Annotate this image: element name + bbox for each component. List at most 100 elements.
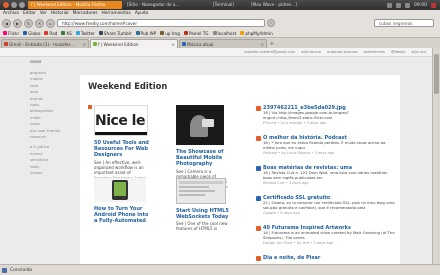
- menu-historial[interactable]: Historial: [51, 11, 69, 16]
- article-thumbnail[interactable]: Nice le: [94, 105, 148, 136]
- forward-button[interactable]: ▶: [13, 18, 22, 28]
- list-item-meta: Design You Trust • by Hrd • 3 days ago: [263, 240, 334, 245]
- home-button[interactable]: ⌂: [46, 18, 55, 28]
- article-card[interactable]: How to Turn Your Android Phone into a Fu…: [94, 178, 150, 225]
- list-item[interactable]: Dia e noite, de Pixar: [256, 255, 396, 261]
- url-bar[interactable]: http://www.feedly.com/home#cover: [57, 19, 265, 27]
- list-item-meta: Google • 3 days ago: [263, 210, 300, 215]
- bookmark-localhost[interactable]: localhost: [212, 31, 236, 36]
- minimize-window-icon[interactable]: [11, 2, 17, 8]
- article-title[interactable]: The Showcase of Beautiful Mobile Photogr…: [176, 149, 232, 168]
- unread-marker-icon: [88, 105, 92, 109]
- account-email[interactable]: mozefer.vchiero@gmail.com: [244, 50, 295, 54]
- task-firefox[interactable]: f | Weekend Edition - Mozilla Firefox: [28, 1, 122, 9]
- feedly-main-panel: Weekend Edition Nice le 50 Useful Tools …: [80, 75, 400, 264]
- back-button[interactable]: ◀: [2, 18, 11, 28]
- article-snippet: See | An effective, well-organized workf…: [94, 159, 144, 175]
- tab-gmail[interactable]: Gmail - Entrada (1) - mozefer... ✕: [1, 39, 89, 48]
- new-tab-button[interactable]: +: [268, 40, 276, 48]
- close-tab-icon[interactable]: ✕: [172, 42, 175, 47]
- network-icon[interactable]: [387, 2, 393, 8]
- menu-marcadores[interactable]: Marcadores: [73, 11, 98, 16]
- bookmark-share-tumblr[interactable]: Share Tumblr: [98, 31, 132, 36]
- maximize-window-icon[interactable]: [19, 2, 25, 8]
- scrollbar-thumb[interactable]: [434, 54, 439, 94]
- sidebar-item-videos[interactable]: videos: [30, 170, 78, 176]
- article-thumbnail[interactable]: [94, 178, 146, 202]
- menu-ayuda[interactable]: Ayuda: [135, 11, 148, 16]
- source-icon: [256, 226, 261, 231]
- feedly-account-bar: mozefer.vchiero@gmail.com add source org…: [0, 48, 432, 57]
- list-item-snippet: 16 | Via http://images.google.com.br/img…: [263, 110, 349, 120]
- bookmark-painel-tg[interactable]: Painel TG: [183, 31, 209, 36]
- power-icon[interactable]: [431, 2, 436, 8]
- article-title[interactable]: Start Using HTML5 WebSockets Today: [176, 208, 232, 220]
- list-item-snippet: 16 | * Juro que eu estou ficando perdido…: [263, 140, 386, 150]
- vertical-scrollbar[interactable]: [432, 48, 440, 264]
- add-source-link[interactable]: add source: [301, 50, 321, 54]
- ks-icon: [61, 31, 66, 35]
- page-viewport: mozefer.vchiero@gmail.com add source org…: [0, 48, 432, 264]
- list-item-title[interactable]: Dia e noite, de Pixar: [263, 255, 320, 261]
- list-item[interactable]: Certificado SSL gratuito 22 | Galera, eu…: [256, 195, 396, 215]
- reload-button[interactable]: ↻: [24, 18, 33, 28]
- article-title[interactable]: How to Turn Your Android Phone into a Fu…: [94, 206, 150, 225]
- preferences-link[interactable]: preferences: [364, 50, 385, 54]
- article-title[interactable]: 50 Useful Tools and Resources For Web De…: [94, 140, 150, 159]
- menu-archivo[interactable]: Archivo: [3, 11, 19, 16]
- menu-herramientas[interactable]: Herramientas: [102, 11, 131, 16]
- list-item[interactable]: Boas matérias de revistas: uma 16 | Revi…: [256, 165, 396, 185]
- sidebar-cover[interactable]: cover: [30, 59, 78, 64]
- bookmarks-toolbar: Flickr Globo Rad KS Twitter Share Tumblr…: [0, 29, 440, 38]
- task-moo-wave[interactable]: [Moo Wave - pidres...]: [248, 1, 314, 9]
- feedly-twitter-link[interactable]: @feedly: [391, 50, 406, 54]
- wordpress-icon: [135, 31, 140, 35]
- bookmark-flickr[interactable]: Flickr: [3, 31, 19, 36]
- bookmark-globo[interactable]: Globo: [23, 31, 40, 36]
- list-item-snippet: 16 | Futurama is an animated show create…: [263, 230, 395, 240]
- organize-sources-link[interactable]: organize sources: [327, 50, 357, 54]
- list-item[interactable]: 2397462211_e3be5da029.jpg 16 | Via http:…: [256, 105, 396, 125]
- menubar: Archivo Editar Ver Historial Marcadores …: [0, 10, 440, 17]
- phpmyadmin-icon: [240, 31, 245, 35]
- list-item[interactable]: 40 Futurama Inspired Artworks 16 | Futur…: [256, 225, 396, 245]
- sign-out-link[interactable]: sign out: [412, 50, 426, 54]
- mail-icon[interactable]: [405, 2, 411, 8]
- status-text: Concluído: [10, 267, 33, 273]
- task-terminal[interactable]: [Terminal]: [210, 1, 246, 9]
- clock[interactable]: 09:00: [414, 3, 427, 8]
- search-input[interactable]: cubos negreiros: [374, 19, 434, 27]
- twitter-icon: [75, 31, 80, 35]
- task-navegador[interactable]: [Sitio - Navegador de a...: [124, 1, 208, 9]
- source-icon: [256, 106, 261, 111]
- sidebar-item-research[interactable]: research: [30, 134, 78, 140]
- article-thumbnail[interactable]: [176, 178, 226, 204]
- bookmark-star-icon[interactable]: ☆: [267, 19, 275, 27]
- bookmark-ks[interactable]: KS: [61, 31, 72, 36]
- bookmark-phpmyadmin[interactable]: phpMyAdmin: [240, 31, 273, 36]
- bookmark-rad[interactable]: Rad: [44, 31, 57, 36]
- close-tab-icon[interactable]: ✕: [83, 42, 86, 47]
- bookmark-twitter[interactable]: Twitter: [75, 31, 95, 36]
- article-thumbnail[interactable]: [176, 105, 224, 145]
- menu-ver[interactable]: Ver: [40, 11, 47, 16]
- article-card[interactable]: Nice le 50 Useful Tools and Resources Fo…: [88, 105, 150, 184]
- source-icon: [256, 256, 261, 261]
- volume-icon[interactable]: [396, 2, 402, 8]
- list-item-snippet: 16 | Revista Cult n. 122 Dom Walt, uma l…: [263, 170, 388, 180]
- bookmark-up-img[interactable]: up Img: [160, 31, 180, 36]
- tab-weekend-edition[interactable]: f | Weekend Edition ✕: [90, 39, 178, 48]
- tab-musica-atual[interactable]: Música atual ✕: [179, 39, 267, 48]
- article-snippet: See | One of the cool new features of HT…: [176, 221, 228, 232]
- list-item[interactable]: O melhor da história. Podcast 16 | * Jur…: [256, 135, 396, 155]
- nicelet-logo: Nice le: [95, 113, 145, 129]
- menu-editar[interactable]: Editar: [23, 11, 36, 16]
- list-item-snippet: 22 | Galera, eu ia comprar um certificad…: [263, 200, 395, 210]
- status-icon: [2, 267, 7, 273]
- bookmark-pub-wp[interactable]: Pub WP: [135, 31, 156, 36]
- stop-button[interactable]: ✕: [35, 18, 44, 28]
- article-card[interactable]: Start Using HTML5 WebSockets Today See |…: [176, 178, 232, 231]
- close-window-icon[interactable]: [3, 2, 9, 8]
- close-tab-icon[interactable]: ✕: [261, 42, 264, 47]
- localhost-icon: [212, 31, 217, 35]
